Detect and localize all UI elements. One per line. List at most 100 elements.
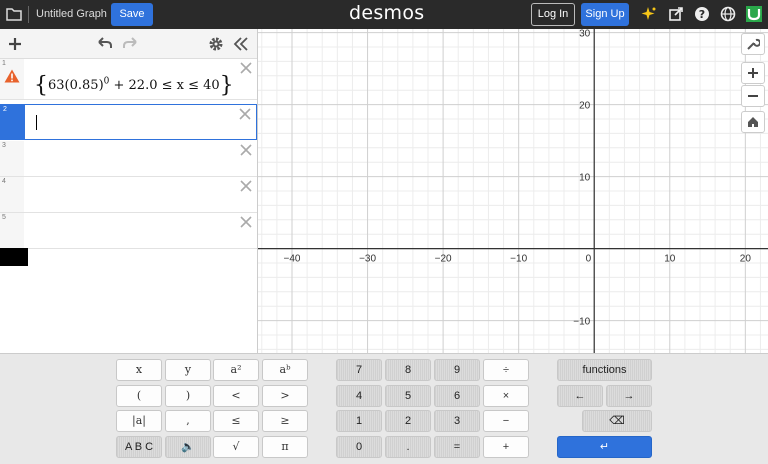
left-arrow-key[interactable]: ← bbox=[557, 385, 603, 407]
key-1-3[interactable]: > bbox=[262, 385, 308, 407]
key-2-3[interactable]: ≥ bbox=[262, 410, 308, 432]
expression-gutter[interactable]: 4 bbox=[0, 177, 24, 212]
y-tick-label: −10 bbox=[573, 317, 590, 328]
keypad: x y a² aᵇ () < > |a|, ≤ ≥ A B C 🔈 √ π 7 8 9 ÷ 4 5 6 × 1 2 3− 0. = +… bbox=[0, 353, 768, 464]
num-key-0-1[interactable]: 8 bbox=[385, 359, 431, 381]
key-1-0[interactable]: ( bbox=[116, 385, 162, 407]
expression-row-2[interactable]: 2 bbox=[0, 104, 257, 140]
key-3-2[interactable]: √ bbox=[213, 436, 259, 458]
key-1-1[interactable]: ) bbox=[165, 385, 211, 407]
enter-key[interactable]: ↵ bbox=[557, 436, 652, 458]
num-key-3-2[interactable]: = bbox=[434, 436, 480, 458]
expression-panel: 1 {63(0.85)0 + 22.0 ≤ x ≤ 40} 2 3 4 5 bbox=[0, 29, 258, 353]
x-tick-label: −20 bbox=[435, 254, 452, 265]
redo-icon[interactable] bbox=[121, 35, 139, 53]
default-view-button[interactable] bbox=[741, 111, 765, 133]
blank-overlay bbox=[0, 248, 28, 266]
save-button[interactable]: Save bbox=[111, 3, 153, 26]
num-key-2-1[interactable]: 2 bbox=[385, 410, 431, 432]
user-avatar-icon[interactable] bbox=[746, 6, 762, 22]
expression-row-4[interactable]: 4 bbox=[0, 177, 257, 213]
expression-number: 5 bbox=[2, 214, 6, 221]
expression-gutter[interactable]: 5 bbox=[0, 213, 24, 248]
expression-number: 2 bbox=[3, 106, 7, 113]
graph-settings-button[interactable] bbox=[741, 33, 765, 55]
sparkle-icon[interactable] bbox=[641, 6, 657, 22]
num-key-1-2[interactable]: 6 bbox=[434, 385, 480, 407]
expression-gutter[interactable]: 3 bbox=[0, 141, 24, 176]
num-key-2-0[interactable]: 1 bbox=[336, 410, 382, 432]
functions-button[interactable]: functions bbox=[557, 359, 652, 381]
header-separator bbox=[28, 6, 29, 23]
help-icon[interactable]: ? bbox=[694, 6, 710, 22]
settings-gear-icon[interactable] bbox=[207, 35, 225, 53]
key-0-2[interactable]: a² bbox=[213, 359, 259, 381]
delete-expression-icon[interactable] bbox=[239, 143, 253, 157]
num-key-1-3[interactable]: × bbox=[483, 385, 529, 407]
expression-gutter[interactable]: 2 bbox=[1, 105, 25, 139]
add-expression-icon[interactable] bbox=[6, 35, 24, 53]
num-key-3-3[interactable]: + bbox=[483, 436, 529, 458]
backspace-key[interactable]: ⌫ bbox=[582, 410, 652, 432]
num-key-1-0[interactable]: 4 bbox=[336, 385, 382, 407]
key-3-1[interactable]: 🔈 bbox=[165, 436, 211, 458]
expression-number: 3 bbox=[2, 142, 6, 149]
graph-title[interactable]: Untitled Graph bbox=[36, 8, 107, 20]
expression-math[interactable]: {63(0.85)0 + 22.0 ≤ x ≤ 40} bbox=[34, 70, 234, 98]
undo-icon[interactable] bbox=[96, 35, 114, 53]
expression-gutter[interactable]: 1 bbox=[0, 59, 24, 99]
key-1-2[interactable]: < bbox=[213, 385, 259, 407]
key-2-0[interactable]: |a| bbox=[116, 410, 162, 432]
delete-expression-icon[interactable] bbox=[238, 107, 252, 121]
header: Untitled Graph Save desmos Log In Sign U… bbox=[0, 0, 768, 29]
expression-row-5[interactable]: 5 bbox=[0, 213, 257, 249]
zoom-in-button[interactable] bbox=[741, 62, 765, 84]
warning-icon[interactable] bbox=[4, 69, 20, 83]
text-cursor bbox=[36, 115, 37, 130]
expression-number: 4 bbox=[2, 178, 6, 185]
collapse-panel-icon[interactable] bbox=[232, 35, 250, 53]
plus-icon bbox=[748, 68, 758, 78]
svg-text:?: ? bbox=[699, 8, 705, 21]
num-key-1-1[interactable]: 5 bbox=[385, 385, 431, 407]
graph-canvas[interactable]: −40 −30 −20 −10 0 10 20 30 20 10 −10 bbox=[258, 29, 768, 353]
delete-expression-icon[interactable] bbox=[239, 179, 253, 193]
wrench-icon bbox=[747, 38, 760, 50]
expression-row-1[interactable]: 1 {63(0.85)0 + 22.0 ≤ x ≤ 40} bbox=[0, 59, 257, 100]
signup-button[interactable]: Sign Up bbox=[581, 3, 629, 26]
num-key-0-0[interactable]: 7 bbox=[336, 359, 382, 381]
expression-number: 1 bbox=[2, 60, 6, 67]
zoom-out-button[interactable] bbox=[741, 85, 765, 107]
globe-icon[interactable] bbox=[720, 6, 736, 22]
tick-labels: −40 −30 −20 −10 0 10 20 30 20 10 −10 bbox=[284, 29, 752, 328]
key-2-1[interactable]: , bbox=[165, 410, 211, 432]
folder-icon[interactable] bbox=[6, 7, 22, 21]
x-tick-label: −40 bbox=[284, 254, 301, 265]
delete-expression-icon[interactable] bbox=[239, 61, 253, 75]
key-2-2[interactable]: ≤ bbox=[213, 410, 259, 432]
share-icon[interactable] bbox=[668, 6, 684, 22]
key-0-3[interactable]: aᵇ bbox=[262, 359, 308, 381]
base: (0.85) bbox=[64, 78, 104, 93]
login-button[interactable]: Log In bbox=[531, 3, 575, 26]
num-key-3-1[interactable]: . bbox=[385, 436, 431, 458]
brace-close: } bbox=[219, 73, 234, 98]
key-3-3[interactable]: π bbox=[262, 436, 308, 458]
key-0-0[interactable]: x bbox=[116, 359, 162, 381]
right-arrow-key[interactable]: → bbox=[606, 385, 652, 407]
num-key-0-3[interactable]: ÷ bbox=[483, 359, 529, 381]
num-key-3-0[interactable]: 0 bbox=[336, 436, 382, 458]
expression-row-3[interactable]: 3 bbox=[0, 141, 257, 177]
x-tick-label: 20 bbox=[740, 254, 752, 265]
x-tick-label: 0 bbox=[586, 254, 592, 265]
x-tick-label: −10 bbox=[510, 254, 527, 265]
y-tick-label: 30 bbox=[579, 29, 591, 40]
key-3-0[interactable]: A B C bbox=[116, 436, 162, 458]
num-key-2-3[interactable]: − bbox=[483, 410, 529, 432]
x-tick-label: −30 bbox=[359, 254, 376, 265]
num-key-0-2[interactable]: 9 bbox=[434, 359, 480, 381]
delete-expression-icon[interactable] bbox=[239, 215, 253, 229]
num-key-2-2[interactable]: 3 bbox=[434, 410, 480, 432]
coef: 63 bbox=[48, 78, 65, 93]
key-0-1[interactable]: y bbox=[165, 359, 211, 381]
